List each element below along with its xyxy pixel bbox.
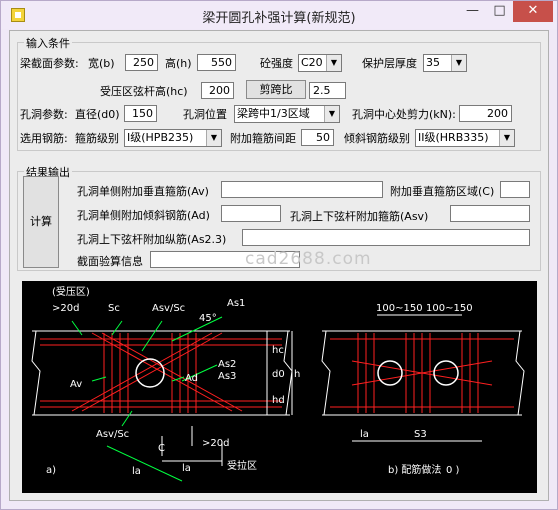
chevron-down-icon[interactable]: ▼ [206,130,221,146]
diagram-label-c: C [158,443,165,454]
diagram-label-la-1: la [132,466,141,477]
diagram-label-dim-1: 100~150 [376,303,423,314]
diagram-label-ad: Ad [185,373,198,384]
asv-output[interactable] [450,205,530,222]
incline-grade-select-value: II级(HRB335) [418,131,489,144]
hole-params-label: 孔洞参数: [20,108,68,121]
diagram-label-la-2: la [182,463,191,474]
stirrup-grade-label: 箍筋级别 [75,132,119,145]
diameter-input[interactable]: 150 [124,105,157,122]
watermark: cad2688.com [245,249,372,269]
diagram-label-av: Av [70,379,82,390]
diagram-label-b-tail: 0 ) [446,465,460,476]
diagram-label-as3: As3 [218,371,236,382]
diagram-label-b: b) 配筋做法 [388,463,441,476]
diagram-label-45: 45° [199,313,217,324]
chevron-down-icon[interactable]: ▼ [499,130,514,146]
width-label: 宽(b) [88,57,115,70]
height-input[interactable]: 550 [197,54,236,71]
chord-height-input[interactable]: 200 [201,82,234,99]
shear-span-button[interactable]: 剪跨比 [246,80,306,99]
diagram-label-as1: As1 [227,298,245,309]
ad-output[interactable] [221,205,281,222]
diagram-label-hd: hd [272,395,285,406]
diagram-label-h: h [294,369,300,380]
concrete-select[interactable]: C20 ▼ [298,54,342,72]
hole-position-select-value: 梁跨中1/3区域 [237,107,310,120]
extra-stirrup-spacing-label: 附加箍筋间距 [230,132,296,145]
chevron-down-icon[interactable]: ▼ [324,106,339,122]
shear-span-input[interactable]: 2.5 [309,82,346,99]
diameter-label: 直径(d0) [75,108,120,121]
diagram-label-d0: d0 [272,369,285,380]
beam-section-label: 梁截面参数: [20,57,79,70]
incline-grade-label: 倾斜钢筋级别 [344,132,410,145]
diagram-label-asv-sc-top: Asv/Sc [152,303,185,314]
ad-label: 孔洞单侧附加倾斜钢筋(Ad) [77,209,210,222]
av-output[interactable] [221,181,383,198]
diagram-label-hc: hc [272,345,284,356]
chevron-down-icon[interactable]: ▼ [326,55,341,71]
stirrup-grade-select[interactable]: I级(HPB235) ▼ [124,129,222,147]
section-check-label: 截面验算信息 [77,255,143,268]
c-label: 附加垂直箍筋区域(C) [390,185,495,198]
client-area: 输入条件 梁截面参数: 宽(b) 250 高(h) 550 砼强度 C20 ▼ … [9,30,549,501]
cover-select-value: 35 [426,56,440,69]
chevron-down-icon[interactable]: ▼ [451,55,466,71]
diagram-label-s3: S3 [414,429,427,440]
incline-grade-select[interactable]: II级(HRB335) ▼ [415,129,515,147]
maximize-button[interactable]: □ [486,1,513,22]
av-label: 孔洞单侧附加垂直箍筋(Av) [77,185,209,198]
concrete-label: 砼强度 [260,57,293,70]
app-window: 梁开圆孔补强计算(新规范) — □ ✕ 输入条件 梁截面参数: 宽(b) 250… [0,0,558,510]
hole-position-select[interactable]: 梁跨中1/3区域 ▼ [234,105,340,123]
c-output[interactable] [500,181,530,198]
as23-label: 孔洞上下弦杆附加纵筋(As2.3) [77,233,227,246]
concrete-select-value: C20 [301,56,323,69]
input-group-legend: 输入条件 [24,35,72,51]
reinforcement-drawing: (受压区) >20d Sc Asv/Sc 45° As1 As2 As3 Av … [31,286,525,482]
shear-force-label: 孔洞中心处剪力(kN): [352,108,456,121]
diagram-label-asv-sc-bottom: Asv/Sc [96,429,129,440]
input-group: 输入条件 梁截面参数: 宽(b) 250 高(h) 550 砼强度 C20 ▼ … [17,35,541,151]
hole-position-label: 孔洞位置 [183,108,227,121]
reinforcement-diagram: (受压区) >20d Sc Asv/Sc 45° As1 As2 As3 Av … [22,281,537,493]
diagram-left-title: (受压区) [52,286,90,298]
diagram-label-as2: As2 [218,359,236,370]
extra-stirrup-spacing-input[interactable]: 50 [301,129,334,146]
cover-label: 保护层厚度 [362,57,417,70]
diagram-label-20d-bottom: >20d [202,438,229,449]
diagram-label-20d-top: >20d [52,303,79,314]
stirrup-grade-select-value: I级(HPB235) [127,131,194,144]
diagram-label-tension: 受拉区 [227,459,257,472]
chord-height-label: 受压区弦杆高(hc) [100,85,188,98]
diagram-label-sc: Sc [108,303,120,314]
height-label: 高(h) [165,57,192,70]
diagram-label-dim-2: 100~150 [426,303,473,314]
minimize-button[interactable]: — [459,1,486,22]
diagram-label-a: a) [46,465,56,476]
title-bar[interactable]: 梁开圆孔补强计算(新规范) — □ ✕ [1,1,557,29]
cover-select[interactable]: 35 ▼ [423,54,467,72]
rebar-select-label: 选用钢筋: [20,132,68,145]
as23-output[interactable] [242,229,530,246]
close-button[interactable]: ✕ [513,1,553,22]
diagram-label-la-3: la [360,429,369,440]
asv-label: 孔洞上下弦杆附加箍筋(Asv) [290,210,429,223]
calculate-button[interactable]: 计算 [23,176,59,268]
shear-force-input[interactable]: 200 [459,105,512,122]
output-group: 结果输出 计算 孔洞单侧附加垂直箍筋(Av) 附加垂直箍筋区域(C) 孔洞单侧附… [17,164,541,271]
width-input[interactable]: 250 [125,54,158,71]
